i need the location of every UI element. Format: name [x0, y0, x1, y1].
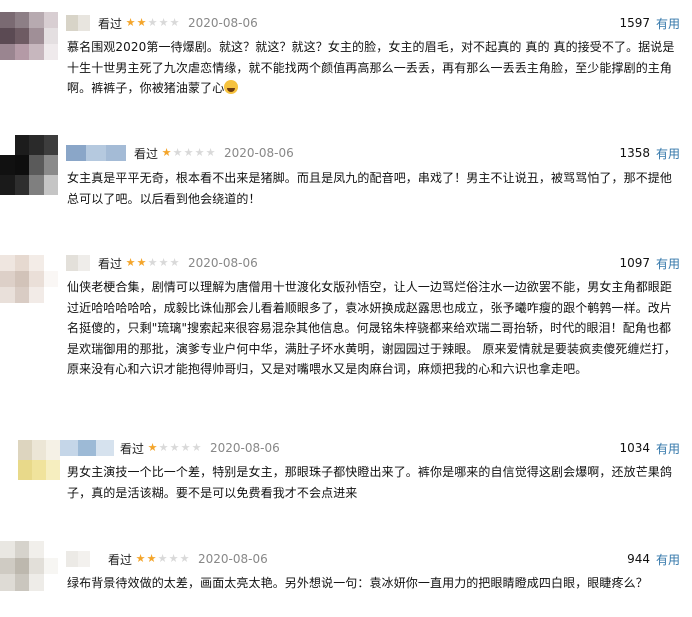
star-filled-icon: ★	[136, 256, 147, 269]
review-date: 2020-08-06	[188, 256, 258, 270]
star-empty-icon: ★	[191, 441, 202, 454]
star-empty-icon: ★	[157, 552, 168, 565]
username[interactable]	[66, 15, 90, 31]
star-filled-icon: ★	[136, 16, 147, 29]
avatar[interactable]	[18, 440, 60, 480]
review-text: 绿布背景待效做的太差，画面太亮太艳。另外想说一句：袁冰妍你一直用力的把眼睛瞪成四…	[67, 573, 683, 594]
vote-count: 1034	[619, 441, 650, 455]
review-text: 慕名围观2020第一待爆剧。就这？就这？就这？女主的脸，女主的眉毛，对不起真的 …	[67, 37, 683, 99]
star-filled-icon: ★	[146, 552, 157, 565]
star-empty-icon: ★	[158, 16, 169, 29]
rating-stars: ★ ★ ★ ★ ★	[147, 442, 202, 454]
rating-stars: ★ ★ ★ ★ ★	[135, 553, 190, 565]
vote-count: 1597	[619, 16, 650, 30]
watched-label: 看过	[98, 256, 123, 271]
vote-area: 1358 有用	[619, 143, 680, 163]
review-meta: 看过 ★ ★ ★ ★ ★ 2020-08-06	[66, 13, 258, 33]
star-filled-icon: ★	[161, 146, 172, 159]
review-item: 看过 ★ ★ ★ ★ ★ 2020-08-06 1097 有用 仙侠老梗合集，剧情可以理…	[0, 240, 692, 425]
rating-stars: ★ ★ ★ ★ ★	[125, 17, 180, 29]
review-date: 2020-08-06	[198, 552, 268, 566]
watched-label: 看过	[108, 552, 133, 567]
review-date: 2020-08-06	[224, 146, 294, 160]
review-date: 2020-08-06	[210, 441, 280, 455]
vote-count: 1097	[619, 256, 650, 270]
review-text: 男女主演技一个比一个差，特别是女主，那眼珠子都快瞪出来了。裤你是哪来的自信觉得这…	[67, 462, 683, 503]
rating-stars: ★ ★ ★ ★ ★	[161, 147, 216, 159]
useful-button[interactable]: 有用	[656, 440, 680, 457]
review-text-body: 女主真是平平无奇，根本看不出来是猪脚。而且是凤九的配音吧，串戏了！男主不让说丑，…	[67, 171, 673, 206]
vote-area: 1097 有用	[619, 253, 680, 273]
star-filled-icon: ★	[125, 16, 136, 29]
avatar[interactable]	[0, 255, 58, 303]
username[interactable]	[66, 255, 90, 271]
vote-area: 944 有用	[627, 549, 680, 569]
star-empty-icon: ★	[183, 146, 194, 159]
star-empty-icon: ★	[205, 146, 216, 159]
review-meta: 看过 ★ ★ ★ ★ ★ 2020-08-06	[60, 438, 280, 458]
rating-stars: ★ ★ ★ ★ ★	[125, 257, 180, 269]
star-empty-icon: ★	[147, 256, 158, 269]
star-empty-icon: ★	[147, 16, 158, 29]
star-filled-icon: ★	[135, 552, 146, 565]
review-item: 看过 ★ ★ ★ ★ ★ 2020-08-06 1597 有用 慕名围观2020第一待爆…	[0, 0, 692, 110]
useful-button[interactable]: 有用	[656, 255, 680, 272]
review-meta: 看过 ★ ★ ★ ★ ★ 2020-08-06	[66, 143, 294, 163]
star-empty-icon: ★	[180, 441, 191, 454]
star-empty-icon: ★	[172, 146, 183, 159]
review-item: 看过 ★ ★ ★ ★ ★ 2020-08-06 1358 有用 女主真是平平无奇，根本看…	[0, 120, 692, 230]
star-empty-icon: ★	[179, 552, 190, 565]
watched-label: 看过	[120, 441, 145, 456]
review-text: 仙侠老梗合集，剧情可以理解为唐僧用十世渡化女版孙悟空，让人一边骂烂俗注水一边欲罢…	[67, 277, 683, 380]
useful-button[interactable]: 有用	[656, 145, 680, 162]
avatar[interactable]	[0, 541, 58, 591]
vote-count: 1358	[619, 146, 650, 160]
useful-button[interactable]: 有用	[656, 551, 680, 568]
star-empty-icon: ★	[168, 552, 179, 565]
review-meta: 看过 ★ ★ ★ ★ ★ 2020-08-06	[66, 549, 268, 569]
star-empty-icon: ★	[169, 16, 180, 29]
review-text-body: 绿布背景待效做的太差，画面太亮太艳。另外想说一句：袁冰妍你一直用力的把眼睛瞪成四…	[67, 576, 648, 590]
review-text: 女主真是平平无奇，根本看不出来是猪脚。而且是凤九的配音吧，串戏了！男主不让说丑，…	[67, 168, 683, 209]
review-text-body: 仙侠老梗合集，剧情可以理解为唐僧用十世渡化女版孙悟空，让人一边骂烂俗注水一边欲罢…	[67, 280, 676, 376]
star-filled-icon: ★	[147, 441, 158, 454]
star-empty-icon: ★	[194, 146, 205, 159]
star-empty-icon: ★	[169, 441, 180, 454]
avatar[interactable]	[0, 12, 58, 60]
review-text-body: 慕名围观2020第一待爆剧。就这？就这？就这？女主的脸，女主的眉毛，对不起真的 …	[67, 40, 675, 95]
review-item: 看过 ★ ★ ★ ★ ★ 2020-08-06 944 有用 绿布背景待效做的太差，画面…	[0, 535, 692, 617]
star-filled-icon: ★	[125, 256, 136, 269]
avatar[interactable]	[0, 135, 58, 195]
review-date: 2020-08-06	[188, 16, 258, 30]
star-empty-icon: ★	[169, 256, 180, 269]
watched-label: 看过	[134, 146, 159, 161]
watched-label: 看过	[98, 16, 123, 31]
username[interactable]	[66, 551, 90, 567]
useful-button[interactable]: 有用	[656, 15, 680, 32]
review-text-body: 男女主演技一个比一个差，特别是女主，那眼珠子都快瞪出来了。裤你是哪来的自信觉得这…	[67, 465, 673, 500]
review-meta: 看过 ★ ★ ★ ★ ★ 2020-08-06	[66, 253, 258, 273]
vote-area: 1034 有用	[619, 438, 680, 458]
vote-count: 944	[627, 552, 650, 566]
username[interactable]	[60, 440, 114, 456]
vote-area: 1597 有用	[619, 13, 680, 33]
username[interactable]	[66, 145, 126, 161]
review-item: 看过 ★ ★ ★ ★ ★ 2020-08-06 1034 有用 男女主演技一个比一个差，…	[0, 430, 692, 525]
crying-emoji-icon	[224, 80, 239, 94]
star-empty-icon: ★	[158, 256, 169, 269]
star-empty-icon: ★	[158, 441, 169, 454]
